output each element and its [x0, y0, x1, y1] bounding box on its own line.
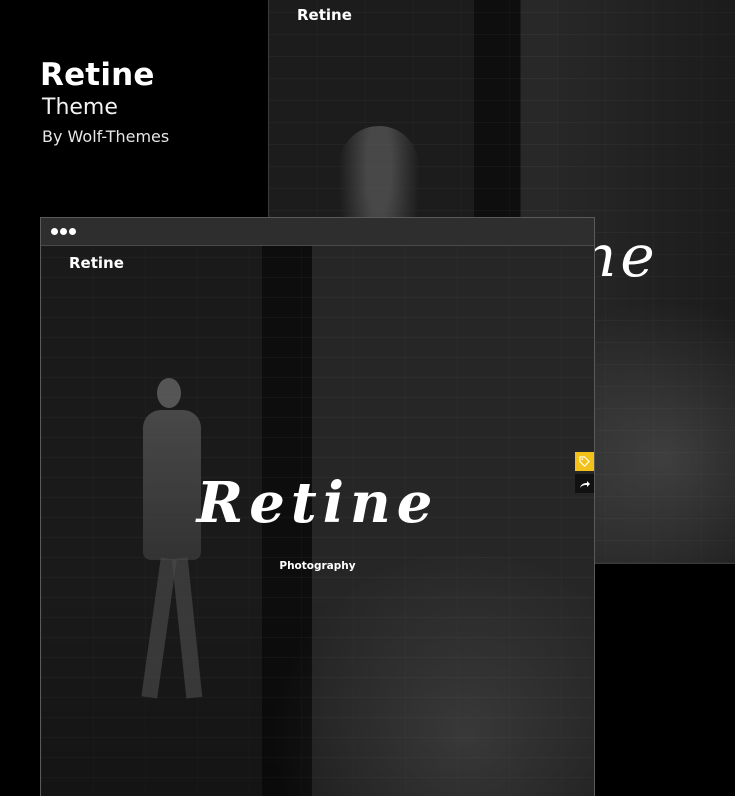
window-dot-icon	[69, 228, 76, 235]
tag-icon[interactable]	[575, 452, 594, 471]
light-patch	[271, 546, 594, 796]
theme-title: Retine	[40, 57, 155, 93]
background-logo: Retine	[297, 6, 352, 24]
hero-title: Retine	[196, 470, 439, 536]
browser-window: Retine Retine Photography ↑	[40, 217, 595, 796]
share-icon[interactable]	[575, 474, 594, 493]
model-figure	[119, 362, 229, 722]
site-logo[interactable]: Retine	[69, 254, 124, 272]
hero-subtitle: Photography	[279, 560, 356, 572]
theme-author: By Wolf-Themes	[42, 127, 170, 146]
window-titlebar	[41, 218, 594, 246]
site-hero: Retine Retine Photography ↑	[41, 246, 594, 796]
window-dot-icon	[51, 228, 58, 235]
side-tools	[575, 452, 594, 496]
title-block: Retine Theme By Wolf-Themes	[40, 56, 169, 150]
window-dot-icon	[60, 228, 67, 235]
stage: Retine Theme By Wolf-Themes Retine ne Re…	[0, 0, 735, 796]
theme-subtitle: Theme	[42, 95, 118, 120]
